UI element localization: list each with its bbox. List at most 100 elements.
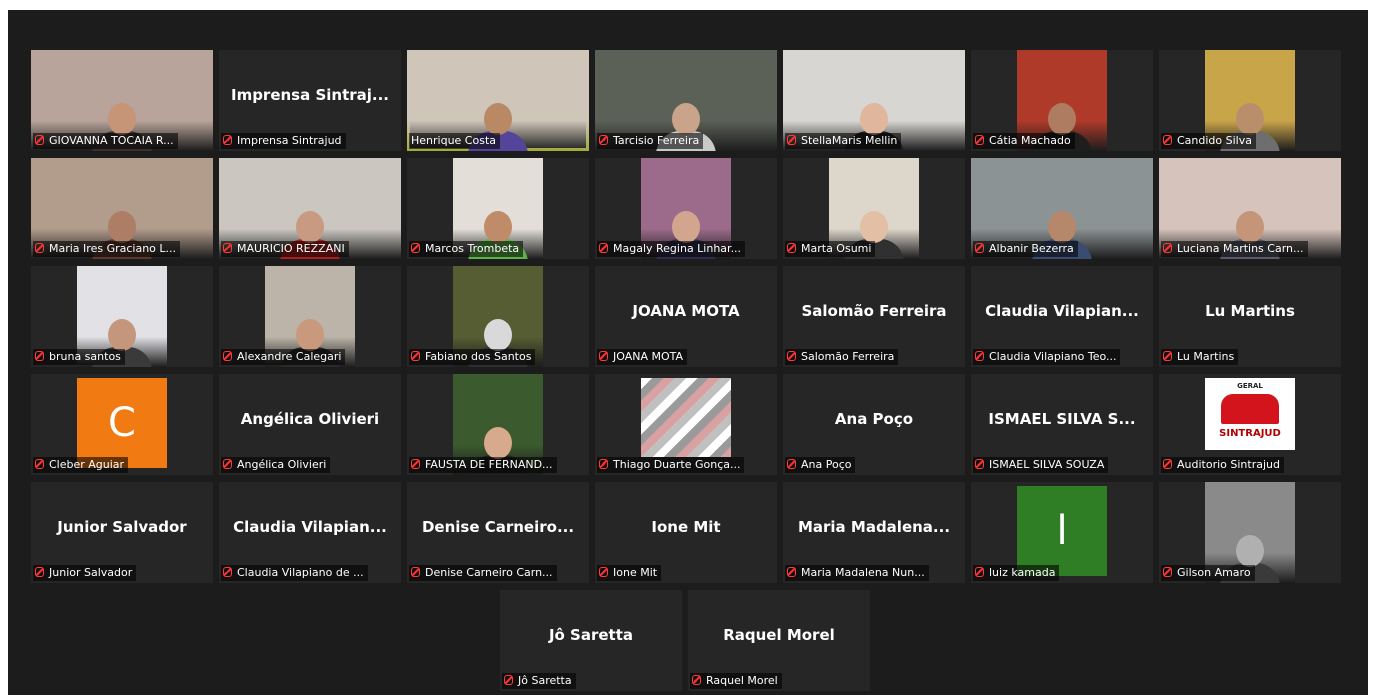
participant-tile[interactable]: Ione Mit Ione Mit: [595, 482, 777, 583]
muted-mic-icon: [975, 567, 984, 577]
participant-tile[interactable]: Gilson Amaro: [1159, 482, 1341, 583]
muted-mic-icon: [35, 459, 44, 469]
participant-name: Claudia Vilapiano Teo...: [989, 350, 1117, 363]
person-head: [484, 427, 512, 459]
participant-tile[interactable]: Junior Salvador Junior Salvador: [31, 482, 213, 583]
participant-tile[interactable]: Imprensa Sintraj... Imprensa Sintrajud: [219, 50, 401, 151]
participant-tile[interactable]: Lu Martins Lu Martins: [1159, 266, 1341, 367]
participant-tile[interactable]: C Cleber Aguiar: [31, 374, 213, 475]
participant-tile[interactable]: Angélica Olivieri Angélica Olivieri: [219, 374, 401, 475]
person-head: [860, 103, 888, 135]
participant-tile[interactable]: Luciana Martins Carn...: [1159, 158, 1341, 259]
participant-name: Gilson Amaro: [1177, 566, 1251, 579]
person-head: [484, 319, 512, 351]
participant-name-label: Marcos Trombeta: [409, 241, 524, 257]
participant-tile[interactable]: Jô Saretta Jô Saretta: [500, 590, 682, 691]
participant-tile[interactable]: bruna santos: [31, 266, 213, 367]
participant-name: bruna santos: [49, 350, 121, 363]
avatar: C: [77, 378, 167, 468]
muted-mic-icon: [787, 459, 796, 469]
participant-tile[interactable]: MAURICIO REZZANI: [219, 158, 401, 259]
gallery-view: GIOVANNA TOCAIA R... Imprensa Sintraj... I…: [8, 10, 1368, 695]
muted-mic-icon: [599, 459, 608, 469]
muted-mic-icon: [599, 243, 608, 253]
participant-tile[interactable]: Claudia Vilapian... Claudia Vilapiano de …: [219, 482, 401, 583]
participant-name: Cleber Aguiar: [49, 458, 125, 471]
muted-mic-icon: [692, 675, 701, 685]
participant-name-label: Junior Salvador: [33, 565, 137, 581]
muted-mic-icon: [975, 135, 984, 145]
participant-name: Thiago Duarte Gonça...: [613, 458, 741, 471]
muted-mic-icon: [787, 351, 796, 361]
participant-tile[interactable]: Salomão Ferreira Salomão Ferreira: [783, 266, 965, 367]
participant-name-label: Luciana Martins Carn...: [1161, 241, 1308, 257]
participant-name-label: Imprensa Sintrajud: [221, 133, 346, 149]
participant-name-label: Tarcisio Ferreira: [597, 133, 704, 149]
participant-tile[interactable]: l luiz kamada: [971, 482, 1153, 583]
participant-name: MAURICIO REZZANI: [237, 242, 345, 255]
logo-figures: [1221, 394, 1279, 424]
participant-name-label: Fabiano dos Santos: [409, 349, 536, 365]
participant-tile[interactable]: Marcos Trombeta: [407, 158, 589, 259]
person-head: [296, 211, 324, 243]
participant-tile[interactable]: ISMAEL SILVA S... ISMAEL SILVA SOUZA: [971, 374, 1153, 475]
participant-display-name: Junior Salvador: [57, 518, 187, 536]
person-head: [672, 211, 700, 243]
person-head: [296, 319, 324, 351]
participant-tile[interactable]: Maria Ires Graciano L...: [31, 158, 213, 259]
person-head: [108, 319, 136, 351]
participant-tile[interactable]: GIOVANNA TOCAIA R...: [31, 50, 213, 151]
participant-name: Marta Osumi: [801, 242, 872, 255]
participant-name-label: ISMAEL SILVA SOUZA: [973, 457, 1109, 473]
participant-name: Marcos Trombeta: [425, 242, 520, 255]
participant-tile[interactable]: Candido Silva: [1159, 50, 1341, 151]
participant-tile[interactable]: Maria Madalena... Maria Madalena Nun...: [783, 482, 965, 583]
participant-name-label: Alexandre Calegari: [221, 349, 346, 365]
person-head: [1236, 103, 1264, 135]
muted-mic-icon: [599, 135, 608, 145]
participant-tile[interactable]: Fabiano dos Santos: [407, 266, 589, 367]
participant-tile[interactable]: Raquel Morel Raquel Morel: [688, 590, 870, 691]
participant-name-label: Thiago Duarte Gonça...: [597, 457, 745, 473]
participant-tile[interactable]: Alexandre Calegari: [219, 266, 401, 367]
participant-tile[interactable]: Ana Poço Ana Poço: [783, 374, 965, 475]
participant-name: Angélica Olivieri: [237, 458, 327, 471]
participant-name-label: Raquel Morel: [690, 673, 782, 689]
participant-tile[interactable]: Denise Carneiro... Denise Carneiro Carn..…: [407, 482, 589, 583]
sintrajud-logo: GERAL SINTRAJUD: [1205, 378, 1295, 450]
participant-name: ISMAEL SILVA SOUZA: [989, 458, 1105, 471]
participant-tile[interactable]: Marta Osumi: [783, 158, 965, 259]
participant-name-label: Albanir Bezerra: [973, 241, 1078, 257]
participant-name: Raquel Morel: [706, 674, 778, 687]
participant-tile[interactable]: Claudia Vilapian... Claudia Vilapiano Teo…: [971, 266, 1153, 367]
muted-mic-icon: [787, 567, 796, 577]
participant-tile[interactable]: FAUSTA DE FERNAND...: [407, 374, 589, 475]
participant-display-name: Raquel Morel: [723, 626, 835, 644]
participant-tile[interactable]: StellaMaris Mellin: [783, 50, 965, 151]
participant-name-label: Gilson Amaro: [1161, 565, 1255, 581]
muted-mic-icon: [1163, 567, 1172, 577]
participant-tile[interactable]: Henrique Costa: [407, 50, 589, 151]
participant-name: Jô Saretta: [518, 674, 572, 687]
participant-name-label: Salomão Ferreira: [785, 349, 899, 365]
participant-tile[interactable]: Magaly Regina Linhar...: [595, 158, 777, 259]
participant-tile[interactable]: GERAL SINTRAJUD Auditorio Sintrajud: [1159, 374, 1341, 475]
participant-name: Candido Silva: [1177, 134, 1252, 147]
participant-name-label: GIOVANNA TOCAIA R...: [33, 133, 178, 149]
participant-tile[interactable]: Albanir Bezerra: [971, 158, 1153, 259]
muted-mic-icon: [35, 243, 44, 253]
profile-picture: [641, 378, 731, 457]
logo-top-text: GERAL: [1237, 382, 1263, 390]
participant-tile[interactable]: Tarcisio Ferreira: [595, 50, 777, 151]
muted-mic-icon: [975, 459, 984, 469]
participant-display-name: Claudia Vilapian...: [233, 518, 387, 536]
participant-tile[interactable]: JOANA MOTA JOANA MOTA: [595, 266, 777, 367]
participant-name-label: Auditorio Sintrajud: [1161, 457, 1284, 473]
participant-name-label: Cátia Machado: [973, 133, 1075, 149]
participant-tile[interactable]: Thiago Duarte Gonça...: [595, 374, 777, 475]
participant-tile[interactable]: Cátia Machado: [971, 50, 1153, 151]
muted-mic-icon: [223, 351, 232, 361]
participant-name: Claudia Vilapiano de ...: [237, 566, 364, 579]
participant-name-label: bruna santos: [33, 349, 125, 365]
participant-name-label: Jô Saretta: [502, 673, 576, 689]
